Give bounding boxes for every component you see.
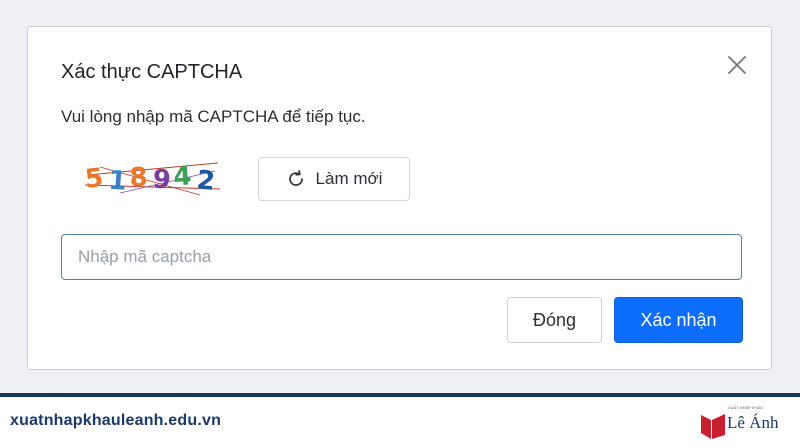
page: Xác thực CAPTCHA Vui lòng nhập mã CAPTCH…: [0, 0, 800, 448]
close-button[interactable]: [725, 53, 749, 77]
footer-url[interactable]: xuatnhapkhauleanh.edu.vn: [10, 412, 221, 430]
dialog-message: Vui lòng nhập mã CAPTCHA để tiếp tục.: [61, 107, 366, 126]
captcha-digit: 8: [129, 163, 149, 194]
captcha-dialog: Xác thực CAPTCHA Vui lòng nhập mã CAPTCH…: [27, 26, 772, 370]
refresh-button[interactable]: Làm mới: [258, 157, 410, 201]
close-icon: [728, 56, 746, 74]
captcha-digit: 4: [172, 161, 192, 192]
captcha-digit: 5: [84, 163, 105, 195]
captcha-input[interactable]: [61, 234, 742, 280]
logo-mark-icon: [701, 414, 725, 439]
captcha-digit: 9: [151, 164, 172, 195]
dialog-title: Xác thực CAPTCHA: [61, 61, 243, 83]
confirm-button[interactable]: Xác nhận: [614, 297, 743, 343]
logo-name: Lê Ánh: [727, 413, 779, 432]
refresh-label: Làm mới: [315, 169, 383, 188]
dismiss-button[interactable]: Đóng: [507, 297, 602, 343]
logo-tagline: XUẤT NHẬP KHẨU: [728, 405, 763, 410]
brand-logo: XUẤT NHẬP KHẨU Lê Ánh: [700, 405, 792, 443]
captcha-image: 518942: [84, 161, 221, 197]
captcha-digit: 2: [195, 165, 216, 197]
captcha-digit: 1: [108, 165, 128, 196]
refresh-icon: [286, 169, 306, 189]
footer: xuatnhapkhauleanh.edu.vn XUẤT NHẬP KHẨU …: [0, 397, 800, 448]
